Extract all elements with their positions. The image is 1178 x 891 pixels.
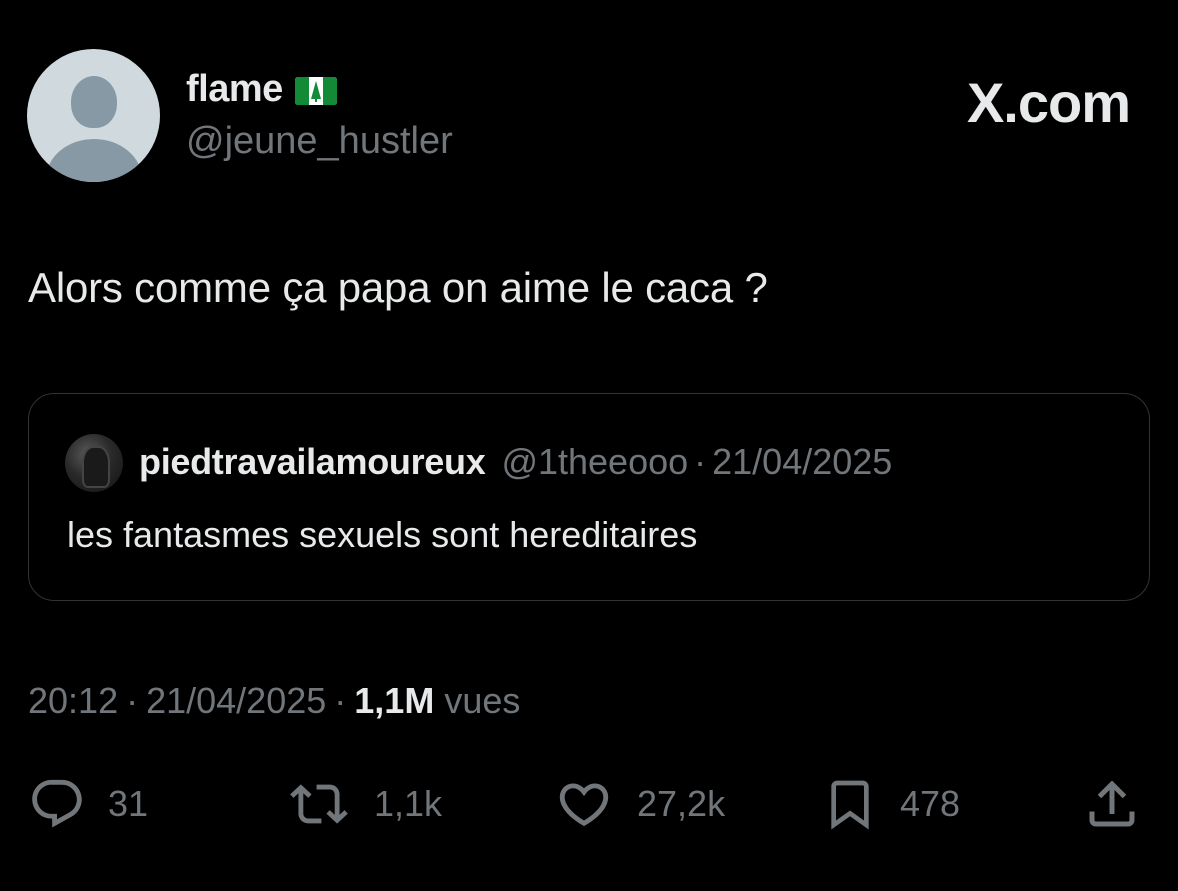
bookmark-icon — [831, 780, 869, 830]
share-button[interactable] — [1082, 770, 1142, 838]
quoted-author-name[interactable]: piedtravailamoureux — [139, 441, 486, 483]
tweet-date[interactable]: 21/04/2025 — [146, 680, 326, 722]
heart-icon — [559, 783, 609, 827]
quoted-tweet-card[interactable]: piedtravailamoureux @1theeooo · 21/04/20… — [28, 393, 1150, 601]
reply-button[interactable]: 31 — [28, 770, 148, 838]
display-name-row: flame — [186, 66, 337, 112]
author-avatar[interactable] — [27, 49, 160, 182]
like-button[interactable]: 27,2k — [553, 770, 725, 838]
norfolk-island-flag-icon — [294, 77, 337, 105]
quoted-tweet-header: piedtravailamoureux @1theeooo · 21/04/20… — [139, 438, 892, 486]
retweet-count: 1,1k — [374, 783, 443, 824]
reply-icon — [32, 779, 82, 828]
quoted-author-handle[interactable]: @1theeooo — [501, 441, 688, 483]
reply-count: 31 — [108, 783, 149, 824]
views-label: vues — [444, 680, 521, 721]
like-count: 27,2k — [637, 783, 726, 824]
author-handle[interactable]: @jeune_hustler — [186, 120, 453, 163]
quoted-tweet-text: les fantasmes sexuels sont hereditaires — [67, 514, 698, 555]
tweet-time[interactable]: 20:12 — [28, 680, 118, 722]
quoted-author-avatar[interactable] — [65, 434, 123, 492]
quoted-tweet-date: 21/04/2025 — [712, 441, 893, 482]
dot-separator: · — [694, 441, 707, 482]
retweet-icon — [290, 784, 348, 824]
default-avatar-shoulders-icon — [46, 139, 142, 182]
x-com-logo: X.com — [966, 71, 1131, 134]
avatar-figure-icon — [82, 446, 110, 488]
views-count: 1,1M — [354, 680, 435, 721]
action-bar: 31 1,1k 27,2k 478 — [0, 770, 1178, 838]
dot-separator: · — [334, 680, 347, 721]
default-avatar-head-icon — [71, 76, 117, 128]
share-icon — [1089, 780, 1135, 827]
tweet-text: Alors comme ça papa on aime le caca ? — [28, 264, 768, 311]
author-display-name[interactable]: flame — [186, 68, 283, 111]
retweet-button[interactable]: 1,1k — [286, 770, 442, 838]
dot-separator: · — [126, 680, 139, 721]
tweet-meta: 20:12 · 21/04/2025 · 1,1M vues — [28, 678, 520, 724]
bookmark-count: 478 — [900, 783, 961, 824]
tweet: flame @jeune_hustler X.com Alors comme ç… — [0, 0, 1178, 891]
bookmark-button[interactable]: 478 — [822, 770, 960, 838]
